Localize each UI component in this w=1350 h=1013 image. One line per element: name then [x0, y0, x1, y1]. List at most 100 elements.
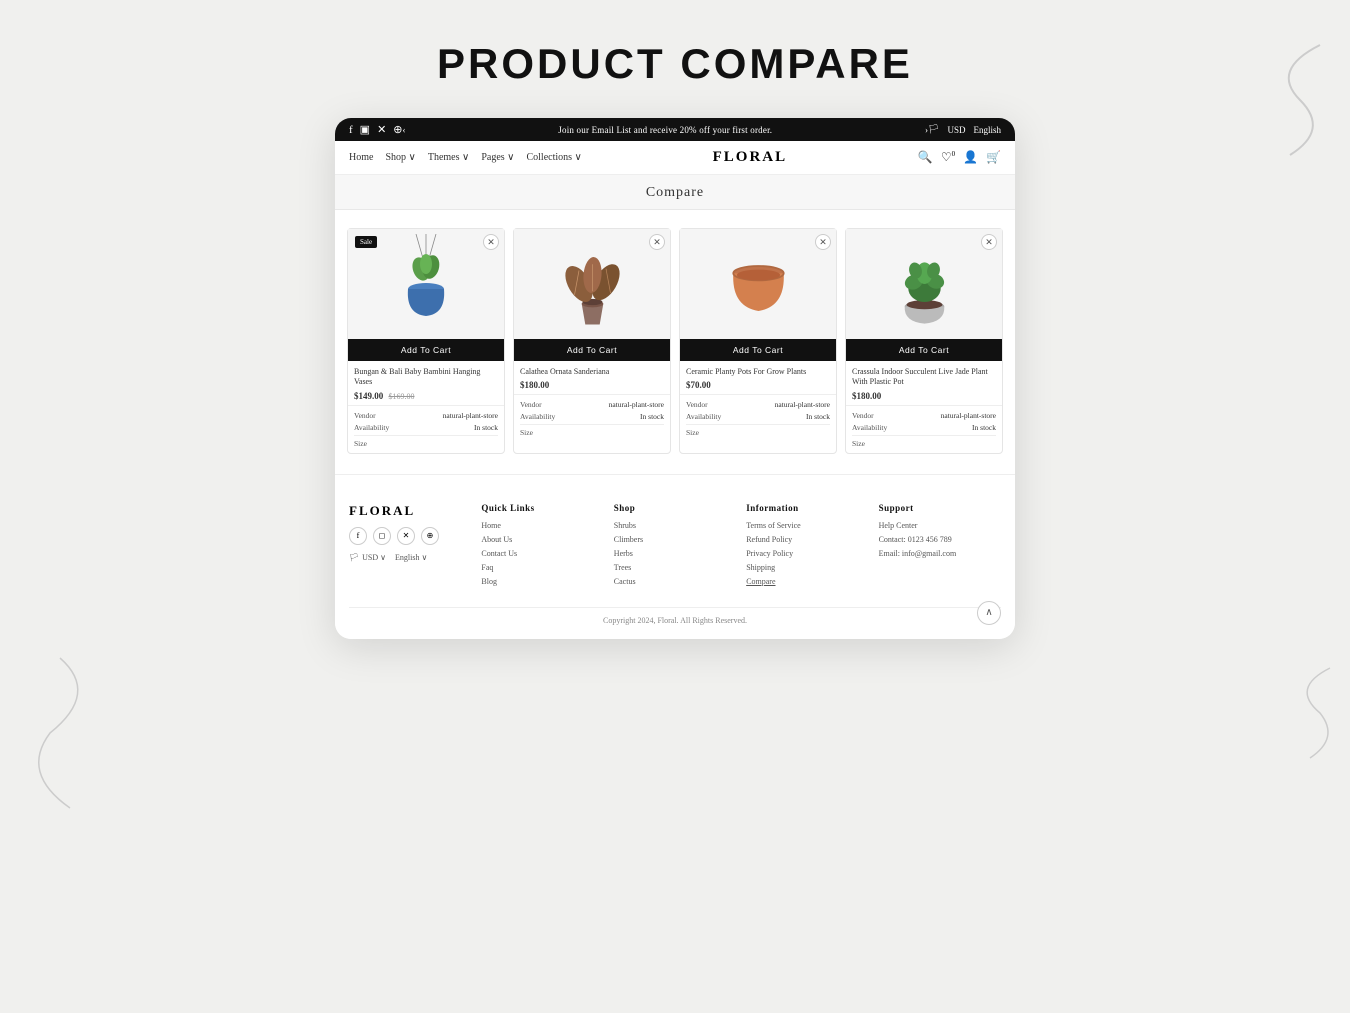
vendor-value-4: natural-plant-store [941, 411, 996, 420]
product-info-4: Crassula Indoor Succulent Live Jade Plan… [846, 361, 1002, 405]
promo-text: Join our Email List and receive 20% off … [406, 125, 926, 135]
footer-pinterest-icon[interactable]: ⊕ [421, 527, 439, 545]
vendor-value-2: natural-plant-store [609, 400, 664, 409]
top-bar: f ▣ ✕ ⊕ ‹ Join our Email List and receiv… [335, 118, 1015, 141]
navbar: Home Shop ∨ Themes ∨ Pages ∨ Collections… [335, 141, 1015, 175]
sale-badge-1: Sale [355, 236, 377, 248]
footer-social: f ◻ ✕ ⊕ [349, 527, 471, 545]
footer-herbs[interactable]: Herbs [614, 549, 736, 558]
product-image-3: ✕ [680, 229, 836, 339]
plant-image-4 [887, 239, 962, 329]
twitter-icon[interactable]: ✕ [377, 123, 386, 136]
footer-shrubs[interactable]: Shrubs [614, 521, 736, 530]
nav-collections[interactable]: Collections ∨ [526, 152, 581, 163]
compare-title: Compare [646, 185, 704, 200]
footer-brand: FLORAL f ◻ ✕ ⊕ 🏳 USD ∨ English ∨ [349, 503, 471, 591]
page-title: PRODUCT COMPARE [437, 40, 913, 88]
nav-pages[interactable]: Pages ∨ [481, 152, 514, 163]
add-to-cart-button-2[interactable]: Add To Cart [514, 339, 670, 361]
footer-contact-email: Email: info@gmail.com [879, 549, 1001, 558]
account-icon[interactable]: 👤 [963, 150, 978, 165]
footer-information-list: Terms of Service Refund Policy Privacy P… [746, 521, 868, 586]
footer-shipping[interactable]: Shipping [746, 563, 868, 572]
wishlist-icon[interactable]: ♡0 [941, 150, 955, 165]
footer-link-faq[interactable]: Faq [481, 563, 603, 572]
top-bar-right: 🏳 USD English [928, 124, 1001, 135]
product-image-4: ✕ [846, 229, 1002, 339]
remove-button-4[interactable]: ✕ [981, 234, 997, 250]
remove-button-2[interactable]: ✕ [649, 234, 665, 250]
product-meta-2: Vendor natural-plant-store Availability … [514, 394, 670, 442]
vendor-label-4: Vendor [852, 411, 874, 420]
plant-image-1 [386, 234, 466, 334]
vendor-label-2: Vendor [520, 400, 542, 409]
footer-shop: Shop Shrubs Climbers Herbs Trees Cactus [614, 503, 736, 591]
footer-shop-title: Shop [614, 503, 736, 513]
product-meta-4: Vendor natural-plant-store Availability … [846, 405, 1002, 453]
footer-twitter-icon[interactable]: ✕ [397, 527, 415, 545]
size-label-3: Size [686, 428, 699, 437]
currency-selector[interactable]: USD [947, 125, 965, 135]
footer-climbers[interactable]: Climbers [614, 535, 736, 544]
compare-header: Compare [335, 175, 1015, 210]
language-selector[interactable]: English [973, 125, 1001, 135]
product-card-4: ✕ Add [845, 228, 1003, 454]
product-info-2: Calathea Ornata Sanderiana $180.00 [514, 361, 670, 394]
add-to-cart-button-4[interactable]: Add To Cart [846, 339, 1002, 361]
add-to-cart-button-1[interactable]: Add To Cart [348, 339, 504, 361]
footer-facebook-icon[interactable]: f [349, 527, 367, 545]
footer-information: Information Terms of Service Refund Poli… [746, 503, 868, 591]
availability-label-3: Availability [686, 412, 721, 421]
nav-shop[interactable]: Shop ∨ [385, 152, 415, 163]
footer-help-center[interactable]: Help Center [879, 521, 1001, 530]
footer-link-home[interactable]: Home [481, 521, 603, 530]
product-image-1: Sale ✕ [348, 229, 504, 339]
add-to-cart-button-3[interactable]: Add To Cart [680, 339, 836, 361]
plant-image-2 [555, 239, 630, 329]
footer-trees[interactable]: Trees [614, 563, 736, 572]
footer-quick-links-list: Home About Us Contact Us Faq Blog [481, 521, 603, 586]
copyright-text: Copyright 2024, Floral. All Rights Reser… [603, 616, 747, 625]
footer-quick-links: Quick Links Home About Us Contact Us Faq… [481, 503, 603, 591]
footer-contact-phone: Contact: 0123 456 789 [879, 535, 1001, 544]
search-icon[interactable]: 🔍 [918, 150, 933, 165]
nav-themes[interactable]: Themes ∨ [428, 152, 469, 163]
footer-bottom: Copyright 2024, Floral. All Rights Reser… [349, 607, 1001, 625]
availability-value-1: In stock [474, 423, 498, 432]
footer-instagram-icon[interactable]: ◻ [373, 527, 391, 545]
flag-icon: 🏳 [928, 124, 939, 135]
footer-tos[interactable]: Terms of Service [746, 521, 868, 530]
footer-link-about[interactable]: About Us [481, 535, 603, 544]
facebook-icon[interactable]: f [349, 124, 353, 136]
footer-link-contact[interactable]: Contact Us [481, 549, 603, 558]
compare-area: Sale ✕ [335, 210, 1015, 474]
footer-brand-name: FLORAL [349, 503, 471, 519]
product-info-3: Ceramic Planty Pots For Grow Plants $70.… [680, 361, 836, 394]
product-name-1: Bungan & Bali Baby Bambini Hanging Vases [354, 367, 498, 388]
scroll-to-top-button[interactable]: ∧ [977, 601, 1001, 625]
product-card-1: Sale ✕ [347, 228, 505, 454]
footer-compare[interactable]: Compare [746, 577, 868, 586]
footer-refund[interactable]: Refund Policy [746, 535, 868, 544]
footer-cactus[interactable]: Cactus [614, 577, 736, 586]
pinterest-icon[interactable]: ⊕ [393, 123, 402, 136]
footer-support: Support Help Center Contact: 0123 456 78… [879, 503, 1001, 591]
product-price-2: $180.00 [520, 380, 549, 390]
availability-value-3: In stock [806, 412, 830, 421]
footer-link-blog[interactable]: Blog [481, 577, 603, 586]
nav-logo[interactable]: FLORAL [713, 149, 788, 166]
footer-currency[interactable]: 🏳 USD ∨ English ∨ [349, 553, 471, 562]
size-label-4: Size [852, 439, 865, 448]
product-name-3: Ceramic Planty Pots For Grow Plants [686, 367, 830, 377]
footer-support-list: Help Center Contact: 0123 456 789 Email:… [879, 521, 1001, 558]
cart-icon[interactable]: 🛒 [986, 150, 1001, 165]
product-old-price-1: $169.00 [389, 392, 415, 401]
availability-label-4: Availability [852, 423, 887, 432]
footer-shop-list: Shrubs Climbers Herbs Trees Cactus [614, 521, 736, 586]
nav-home[interactable]: Home [349, 152, 373, 163]
remove-button-1[interactable]: ✕ [483, 234, 499, 250]
footer-privacy[interactable]: Privacy Policy [746, 549, 868, 558]
footer: FLORAL f ◻ ✕ ⊕ 🏳 USD ∨ English ∨ Quick L… [335, 474, 1015, 639]
instagram-icon[interactable]: ▣ [360, 123, 370, 136]
remove-button-3[interactable]: ✕ [815, 234, 831, 250]
